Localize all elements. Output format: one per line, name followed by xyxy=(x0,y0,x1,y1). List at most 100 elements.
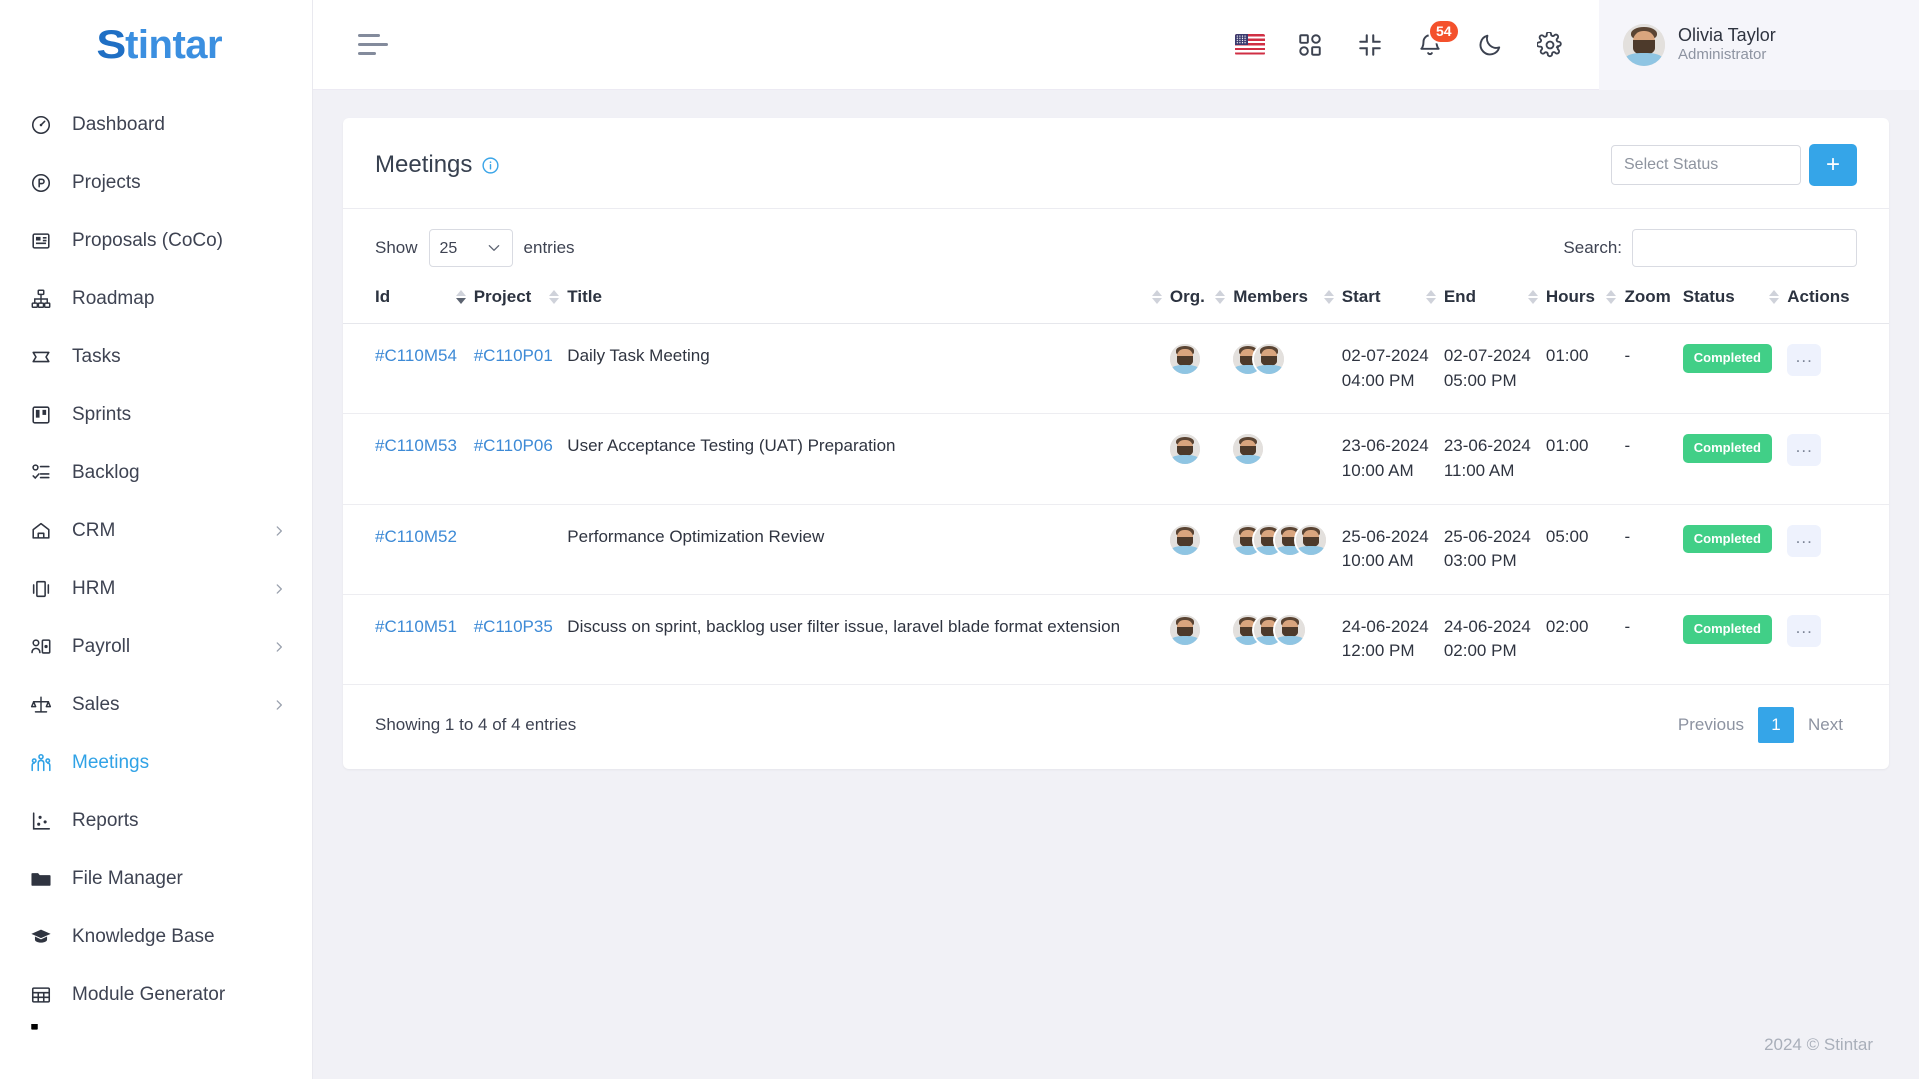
project-id-link[interactable]: #C110P35 xyxy=(474,617,553,636)
project-icon xyxy=(28,170,54,196)
apps-grid-icon[interactable] xyxy=(1295,30,1325,60)
cell-org xyxy=(1165,413,1230,505)
sidebar-item-partial-cutoff[interactable] xyxy=(0,1024,312,1044)
sort-indicator-icon[interactable] xyxy=(1151,290,1162,304)
column-header-end[interactable]: End xyxy=(1439,275,1542,324)
sidebar-item-roadmap[interactable]: Roadmap xyxy=(0,270,312,328)
cell-project: #C110P35 xyxy=(469,594,564,686)
hrm-icon xyxy=(28,576,54,602)
cell-project: #C110P01 xyxy=(469,323,564,415)
member-avatar xyxy=(1169,614,1200,645)
meeting-id-link[interactable]: #C110M53 xyxy=(375,436,457,455)
row-actions-button[interactable]: ... xyxy=(1787,524,1822,557)
sidebar: Stintar Dashboard Projects Proposals (Co… xyxy=(0,0,313,1079)
flag-canton xyxy=(1235,34,1248,45)
app-root: Stintar Dashboard Projects Proposals (Co… xyxy=(0,0,1919,1079)
sort-indicator-icon[interactable] xyxy=(1323,290,1334,304)
sort-indicator-icon[interactable] xyxy=(1425,290,1436,304)
cell-status: Completed xyxy=(1678,323,1784,415)
pagination-next[interactable]: Next xyxy=(1794,707,1857,743)
sidebar-item-sprints[interactable]: Sprints xyxy=(0,386,312,444)
sidebar-item-knowledge-base[interactable]: Knowledge Base xyxy=(0,908,312,966)
add-meeting-button[interactable]: + xyxy=(1809,144,1857,186)
sort-indicator-icon[interactable] xyxy=(1527,290,1538,304)
sidebar-item-payroll[interactable]: Payroll xyxy=(0,618,312,676)
search-input[interactable] xyxy=(1632,229,1857,267)
sidebar-item-hrm[interactable]: HRM xyxy=(0,560,312,618)
language-flag-icon[interactable] xyxy=(1235,30,1265,60)
page-length-select[interactable]: 102550100 xyxy=(428,229,513,267)
sidebar-item-reports[interactable]: Reports xyxy=(0,792,312,850)
row-actions-button[interactable]: ... xyxy=(1787,434,1822,467)
cell-end: 23-06-2024 11:00 AM xyxy=(1439,413,1542,505)
cell-actions: ... xyxy=(1783,323,1889,415)
chevron-right-icon xyxy=(272,524,286,538)
sidebar-item-sales[interactable]: Sales xyxy=(0,676,312,734)
column-header-label: Status xyxy=(1682,287,1735,306)
settings-gear-icon[interactable] xyxy=(1535,30,1565,60)
sidebar-item-dashboard[interactable]: Dashboard xyxy=(0,96,312,154)
sidebar-item-label: Backlog xyxy=(72,462,140,483)
notifications-bell-icon[interactable]: 54 xyxy=(1415,18,1460,60)
sort-indicator-icon[interactable] xyxy=(1215,290,1226,304)
table-row: #C110M51 #C110P35 Discuss on sprint, backl… xyxy=(343,594,1889,686)
column-header-members[interactable]: Members xyxy=(1229,275,1338,324)
sidebar-item-backlog[interactable]: Backlog xyxy=(0,444,312,502)
sidebar-item-meetings[interactable]: Meetings xyxy=(0,734,312,792)
column-header-hours[interactable]: Hours xyxy=(1541,275,1621,324)
entries-info: Showing 1 to 4 of 4 entries xyxy=(375,715,577,735)
graduation-cap-icon xyxy=(28,924,54,950)
cell-org xyxy=(1165,594,1230,686)
user-profile-menu[interactable]: Olivia Taylor Administrator xyxy=(1599,0,1919,90)
brand-name: Stintar xyxy=(96,23,222,68)
column-header-start[interactable]: Start xyxy=(1337,275,1440,324)
project-id-link[interactable]: #C110P01 xyxy=(474,346,553,365)
sidebar-item-crm[interactable]: CRM xyxy=(0,502,312,560)
status-badge: Completed xyxy=(1682,434,1772,464)
sidebar-item-label: Sprints xyxy=(72,404,132,425)
pagination-previous[interactable]: Previous xyxy=(1664,707,1758,743)
chevron-right-icon xyxy=(272,698,286,712)
sort-indicator-icon[interactable] xyxy=(455,290,466,304)
sidebar-item-file-manager[interactable]: File Manager xyxy=(0,850,312,908)
tasks-icon xyxy=(28,344,54,370)
sidebar-item-tasks[interactable]: Tasks xyxy=(0,328,312,386)
organizer-avatar-group xyxy=(1169,524,1225,555)
column-header-status[interactable]: Status xyxy=(1678,275,1784,324)
meeting-id-link[interactable]: #C110M52 xyxy=(375,527,457,546)
status-filter-select[interactable]: Select Status xyxy=(1611,145,1801,185)
sort-indicator-icon[interactable] xyxy=(1769,290,1780,304)
member-avatar xyxy=(1254,344,1285,374)
sort-indicator-icon[interactable] xyxy=(1606,290,1617,304)
start-time: 12:00 PM xyxy=(1341,641,1415,661)
pagination: Previous 1 Next xyxy=(1664,707,1857,744)
fullscreen-exit-icon[interactable] xyxy=(1355,30,1385,60)
meetings-icon xyxy=(28,750,54,776)
pagination-page-1[interactable]: 1 xyxy=(1758,707,1795,744)
dark-mode-moon-icon[interactable] xyxy=(1475,30,1505,60)
sidebar-item-module-generator[interactable]: Module Generator xyxy=(0,966,312,1024)
sidebar-item-proposals[interactable]: Proposals (CoCo) xyxy=(0,212,312,270)
column-header-title[interactable]: Title xyxy=(563,275,1166,324)
meeting-id-link[interactable]: #C110M54 xyxy=(375,346,457,365)
brand-logo[interactable]: Stintar xyxy=(0,0,312,90)
row-actions-button[interactable]: ... xyxy=(1787,614,1822,647)
column-header-project[interactable]: Project xyxy=(469,275,564,324)
info-circle-icon[interactable] xyxy=(481,156,500,175)
meeting-id-link[interactable]: #C110M51 xyxy=(375,617,457,636)
row-actions-button[interactable]: ... xyxy=(1787,344,1822,376)
column-header-org[interactable]: Org. xyxy=(1165,275,1230,324)
cell-end: 25-06-2024 03:00 PM xyxy=(1439,504,1542,595)
start-time: 10:00 AM xyxy=(1341,460,1414,480)
sort-indicator-icon[interactable] xyxy=(549,290,560,304)
cell-status: Completed xyxy=(1678,594,1784,686)
sidebar-item-projects[interactable]: Projects xyxy=(0,154,312,212)
reports-icon xyxy=(28,808,54,834)
column-header-id[interactable]: Id xyxy=(343,275,470,324)
cell-zoom: - xyxy=(1620,323,1679,415)
start-date: 24-06-2024 xyxy=(1341,616,1429,636)
user-role: Administrator xyxy=(1678,46,1767,64)
project-id-link[interactable]: #C110P06 xyxy=(474,436,553,455)
cell-title: Performance Optimization Review xyxy=(563,504,1166,595)
hamburger-icon[interactable] xyxy=(358,32,392,58)
